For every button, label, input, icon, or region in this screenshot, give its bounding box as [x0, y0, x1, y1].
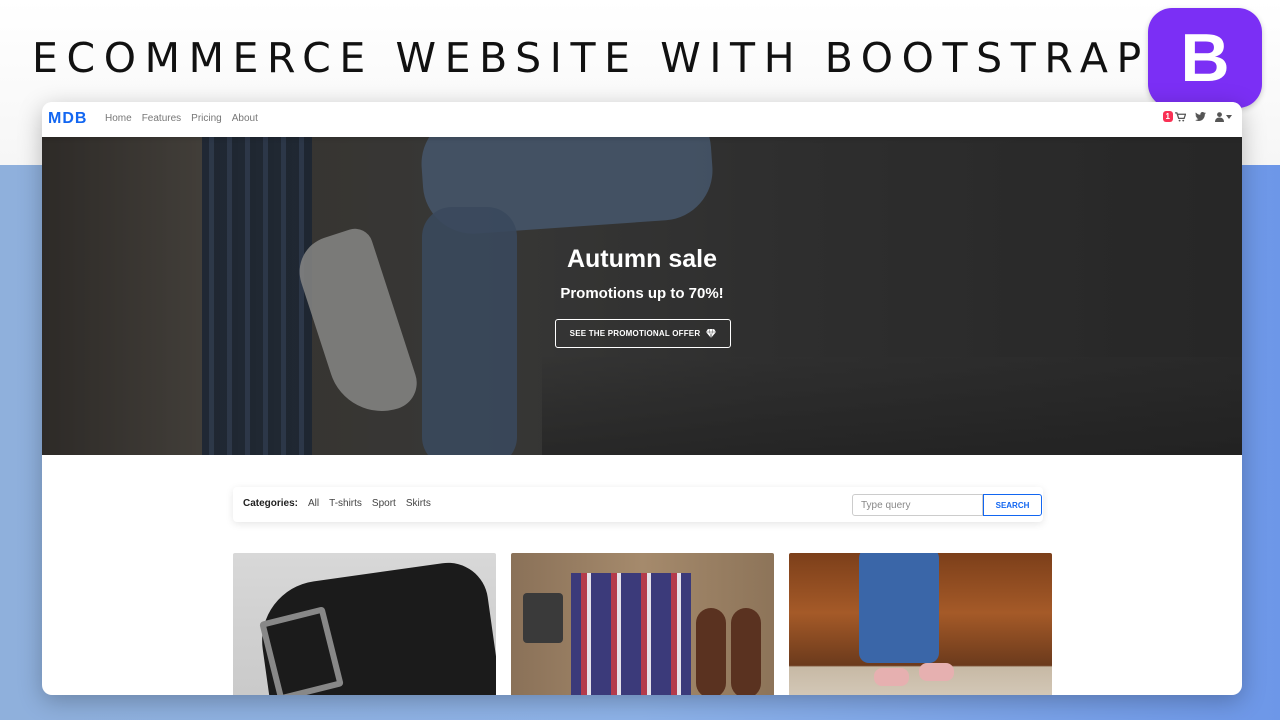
video-title: ECOMMERCE WEBSITE WITH BOOTSTRAP 5: [32, 34, 1207, 82]
cart-badge: 1: [1162, 111, 1173, 122]
nav-links: Home Features Pricing About: [105, 113, 258, 124]
website-preview: MDB Home Features Pricing About 1 Autumn…: [42, 102, 1242, 695]
hero-content: Autumn sale Promotions up to 70%! SEE TH…: [42, 137, 1242, 455]
hero-banner: Autumn sale Promotions up to 70%! SEE TH…: [42, 137, 1242, 455]
product-image: [859, 553, 939, 663]
nav-link-about[interactable]: About: [232, 113, 258, 124]
gem-icon: [706, 329, 717, 338]
search-button[interactable]: SEARCH: [983, 494, 1042, 516]
user-menu[interactable]: [1215, 111, 1232, 122]
product-card-belt[interactable]: [233, 553, 496, 695]
category-filter-bar: Categories: All T-shirts Sport Skirts SE…: [233, 487, 1043, 522]
navbar-actions: 1: [1162, 111, 1232, 122]
user-icon: [1215, 111, 1224, 122]
promo-offer-button[interactable]: SEE THE PROMOTIONAL OFFER: [555, 319, 731, 348]
twitter-icon[interactable]: [1195, 112, 1206, 121]
category-all[interactable]: All: [308, 498, 319, 509]
category-filters: Categories: All T-shirts Sport Skirts: [243, 498, 431, 509]
category-tshirts[interactable]: T-shirts: [329, 498, 362, 509]
category-sport[interactable]: Sport: [372, 498, 396, 509]
cart-icon: [1175, 111, 1186, 122]
promo-offer-button-label: SEE THE PROMOTIONAL OFFER: [569, 329, 701, 338]
bootstrap-logo: B: [1148, 8, 1262, 108]
nav-link-pricing[interactable]: Pricing: [191, 113, 222, 124]
cart-link[interactable]: 1: [1162, 111, 1186, 122]
product-card-jeans[interactable]: [789, 553, 1052, 695]
product-image: [571, 573, 691, 695]
hero-subtitle: Promotions up to 70%!: [560, 285, 724, 302]
nav-link-home[interactable]: Home: [105, 113, 132, 124]
navbar: MDB Home Features Pricing About 1: [42, 102, 1242, 137]
hero-title: Autumn sale: [566, 245, 718, 273]
category-skirts[interactable]: Skirts: [406, 498, 431, 509]
brand-logo[interactable]: MDB: [48, 110, 87, 128]
categories-label: Categories:: [243, 498, 299, 509]
search-input[interactable]: [852, 494, 983, 516]
nav-link-features[interactable]: Features: [142, 113, 181, 124]
caret-down-icon: [1226, 114, 1232, 119]
product-card-shirt[interactable]: [511, 553, 774, 695]
